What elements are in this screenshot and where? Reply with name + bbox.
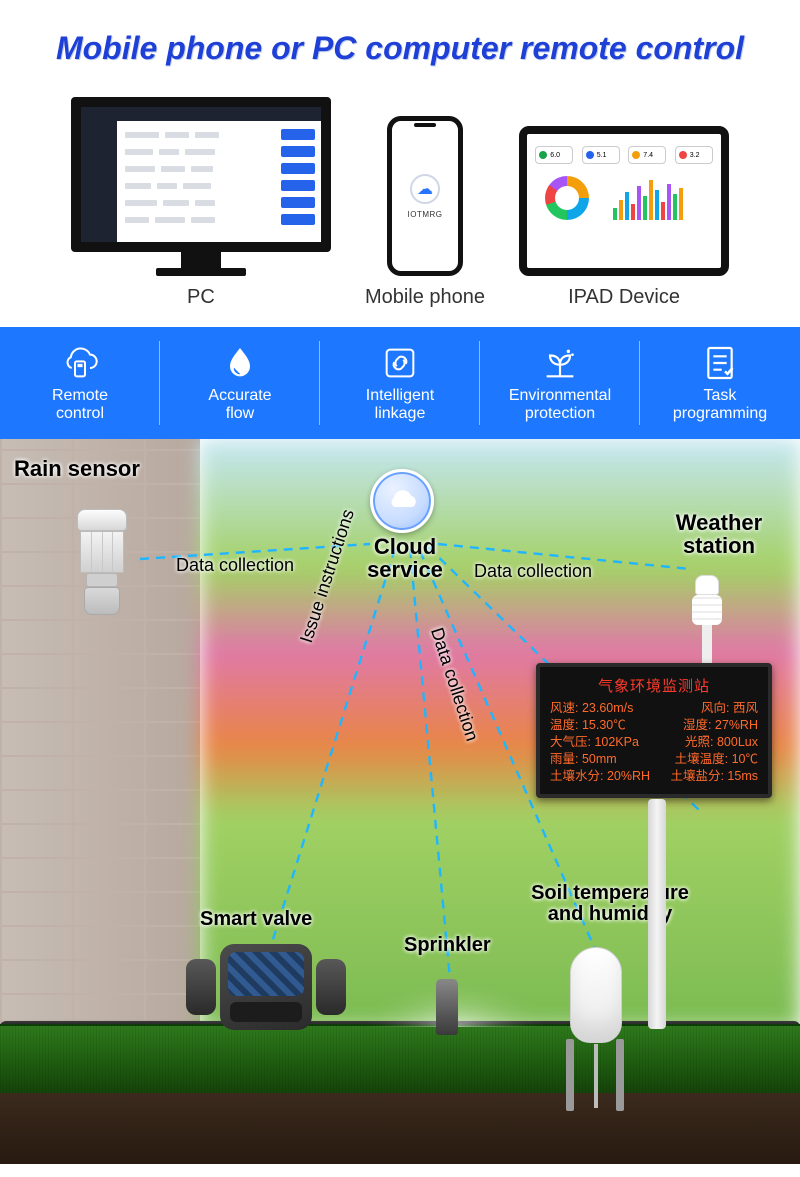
feature-accurate-flow: Accurate flow: [160, 327, 320, 439]
task-list-icon: [700, 343, 740, 383]
page-title: Mobile phone or PC computer remote contr…: [0, 0, 800, 87]
cloud-service-label: Cloud service: [340, 535, 470, 581]
weather-panel: 气象环境监测站 风速: 23.60m/s风向: 西风温度: 15.30℃湿度: …: [536, 663, 772, 798]
drop-icon: [220, 343, 260, 383]
stat-badge: 6.0: [535, 146, 573, 164]
weather-station-icon: [690, 575, 724, 665]
smart-valve-label: Smart valve: [200, 909, 312, 930]
phone-brand: IOTMRG: [408, 210, 443, 219]
weather-panel-title: 气象环境监测站: [550, 675, 758, 696]
feature-task-programming: Task programming: [640, 327, 800, 439]
link-icon: [380, 343, 420, 383]
pc-label: PC: [187, 286, 215, 309]
stat-badge: 3.2: [675, 146, 713, 164]
cloud-device-icon: [60, 343, 100, 383]
weather-panel-pole-icon: [648, 799, 666, 1029]
smart-valve-icon: [186, 937, 346, 1037]
weather-panel-row: 土壤水分: 20%RH土壤盐分: 15ms: [550, 768, 758, 785]
soil-sensor-label: Soil temperature and humidity: [510, 883, 710, 925]
device-pc: PC: [71, 97, 331, 309]
tablet-icon: 6.0 5.1 7.4 3.2: [519, 126, 729, 276]
phone-label: Mobile phone: [365, 286, 485, 309]
sprinkler-icon: [436, 979, 458, 1035]
weather-panel-row: 温度: 15.30℃湿度: 27%RH: [550, 717, 758, 734]
system-diagram: Rain sensor Cloud service Weather statio…: [0, 439, 800, 1164]
rain-sensor-icon: [68, 509, 136, 615]
sprinkler-label: Sprinkler: [404, 935, 491, 956]
donut-chart-icon: [545, 176, 589, 220]
weather-station-label: Weather station: [664, 511, 774, 557]
weather-panel-row: 风速: 23.60m/s风向: 西风: [550, 700, 758, 717]
feature-label: Remote control: [52, 387, 108, 422]
stat-badge: 5.1: [582, 146, 620, 164]
phone-logo-icon: ☁: [410, 174, 440, 204]
device-row: PC ☁ IOTMRG Mobile phone 6.0 5.1 7.4 3.2 IP…: [0, 87, 800, 327]
stat-badge: 7.4: [628, 146, 666, 164]
feature-remote-control: Remote control: [0, 327, 160, 439]
feature-intelligent-linkage: Intelligent linkage: [320, 327, 480, 439]
weather-panel-row: 雨量: 50mm土壤温度: 10℃: [550, 751, 758, 768]
pc-monitor-icon: [71, 97, 331, 276]
link-data-collection-right: Data collection: [474, 561, 592, 582]
weather-panel-row: 大气压: 102KPa光照: 800Lux: [550, 734, 758, 751]
device-ipad: 6.0 5.1 7.4 3.2 IPAD Device: [519, 126, 729, 309]
phone-icon: ☁ IOTMRG: [387, 116, 463, 276]
link-data-collection-left: Data collection: [176, 555, 294, 576]
device-phone: ☁ IOTMRG Mobile phone: [365, 116, 485, 309]
plant-icon: [540, 343, 580, 383]
cloud-icon: [370, 469, 434, 533]
feature-environmental: Environmental protection: [480, 327, 640, 439]
rain-sensor-label: Rain sensor: [14, 457, 140, 480]
feature-strip: Remote control Accurate flow Intelligent…: [0, 327, 800, 439]
bar-chart-icon: [613, 176, 703, 220]
feature-label: Task programming: [673, 387, 767, 422]
feature-label: Accurate flow: [208, 387, 271, 422]
feature-label: Environmental protection: [509, 387, 611, 422]
soil-sensor-icon: [570, 947, 622, 1043]
ipad-label: IPAD Device: [568, 286, 680, 309]
feature-label: Intelligent linkage: [366, 387, 435, 422]
